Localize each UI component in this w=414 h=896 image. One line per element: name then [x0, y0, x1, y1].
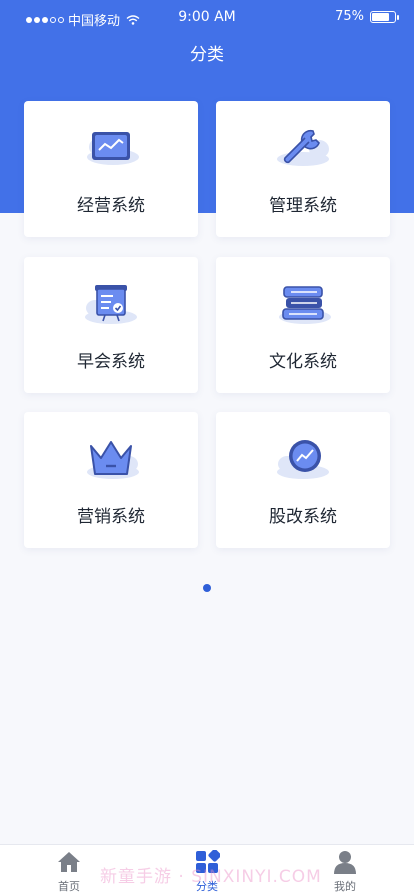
category-icon	[196, 850, 220, 873]
monitor-chart-icon	[87, 132, 139, 165]
home-icon	[58, 852, 80, 872]
card-label: 股改系统	[269, 507, 337, 527]
card-management-system[interactable]: 管理系统	[216, 101, 390, 237]
book-stack-icon	[279, 286, 331, 324]
status-bar: 中国移动 9:00 AM 75%	[0, 0, 414, 34]
card-marketing-system[interactable]: 营销系统	[24, 412, 198, 548]
card-label: 文化系统	[269, 352, 337, 372]
card-culture-system[interactable]: 文化系统	[216, 257, 390, 393]
card-business-system[interactable]: 经营系统	[24, 101, 198, 237]
card-label: 早会系统	[77, 352, 145, 372]
user-icon	[334, 851, 356, 874]
card-label: 经营系统	[77, 196, 145, 216]
tab-label: 我的	[334, 880, 356, 893]
card-share-reform-system[interactable]: 股改系统	[216, 412, 390, 548]
tab-label: 分类	[196, 880, 218, 893]
battery-percent: 75%	[335, 9, 364, 24]
presentation-board-icon	[85, 285, 137, 324]
tab-label: 首页	[58, 880, 80, 893]
tab-profile[interactable]: 我的	[276, 845, 414, 896]
battery-icon	[370, 10, 399, 23]
page-title: 分类	[190, 45, 224, 65]
pager-dot[interactable]	[203, 584, 211, 592]
tab-home[interactable]: 首页	[0, 845, 138, 896]
wrench-icon	[277, 129, 329, 166]
tab-category[interactable]: 分类	[138, 845, 276, 896]
card-label: 管理系统	[269, 196, 337, 216]
card-label: 营销系统	[77, 507, 145, 527]
crown-icon	[87, 441, 139, 479]
trend-circle-icon	[277, 440, 329, 479]
card-morning-meeting-system[interactable]: 早会系统	[24, 257, 198, 393]
tab-bar: 首页 分类 我的	[0, 844, 414, 896]
